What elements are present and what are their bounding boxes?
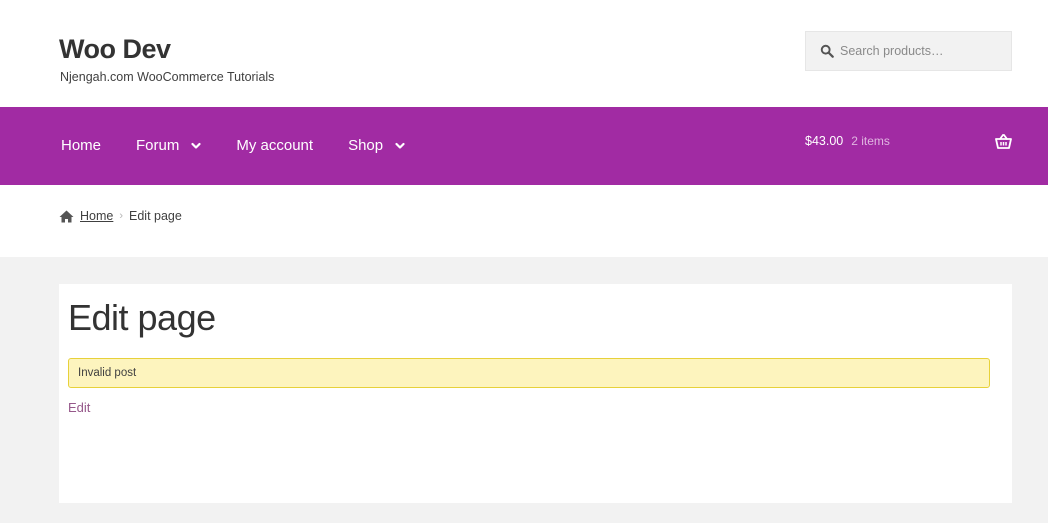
breadcrumb-separator: › bbox=[119, 210, 124, 222]
notice-message: Invalid post bbox=[68, 358, 990, 388]
search-input[interactable] bbox=[840, 32, 1000, 70]
nav-item-label: Forum bbox=[136, 137, 180, 154]
site-header: Woo Dev Njengah.com WooCommerce Tutorial… bbox=[0, 0, 1048, 107]
nav-item-home[interactable]: Home bbox=[61, 136, 101, 156]
primary-navigation: Home Forum My account Shop $43.00 2 item… bbox=[0, 107, 1048, 185]
nav-item-my-account[interactable]: My account bbox=[236, 136, 313, 156]
content-area: Edit page Invalid post Edit bbox=[0, 257, 1048, 523]
edit-link[interactable]: Edit bbox=[68, 400, 90, 415]
search-box[interactable] bbox=[805, 31, 1012, 71]
nav-menu: Home Forum My account Shop bbox=[61, 107, 440, 185]
breadcrumb-trail: Home › Edit page bbox=[59, 209, 182, 223]
nav-item-label: Shop bbox=[348, 137, 384, 154]
site-tagline: Njengah.com WooCommerce Tutorials bbox=[60, 70, 275, 84]
breadcrumb-home-link[interactable]: Home bbox=[80, 209, 113, 223]
header-cart[interactable]: $43.00 2 items bbox=[805, 107, 1012, 185]
page-title: Edit page bbox=[68, 297, 216, 338]
nav-item-label: Home bbox=[61, 137, 102, 154]
home-icon bbox=[59, 210, 74, 222]
cart-amount: $43.00 bbox=[805, 134, 844, 148]
page-entry: Edit page Invalid post Edit bbox=[59, 284, 1012, 503]
nav-item-forum[interactable]: Forum bbox=[136, 136, 201, 156]
site-title[interactable]: Woo Dev bbox=[59, 31, 171, 67]
cart-item-count: 2 items bbox=[851, 134, 890, 148]
chevron-down-icon[interactable] bbox=[191, 141, 201, 151]
breadcrumb-current: Edit page bbox=[129, 209, 182, 223]
basket-icon bbox=[995, 134, 1012, 149]
nav-item-shop[interactable]: Shop bbox=[348, 136, 405, 156]
nav-item-label: My account bbox=[236, 137, 314, 154]
breadcrumb: Home › Edit page bbox=[0, 185, 1048, 257]
search-icon bbox=[820, 44, 834, 58]
chevron-down-icon[interactable] bbox=[395, 141, 405, 151]
